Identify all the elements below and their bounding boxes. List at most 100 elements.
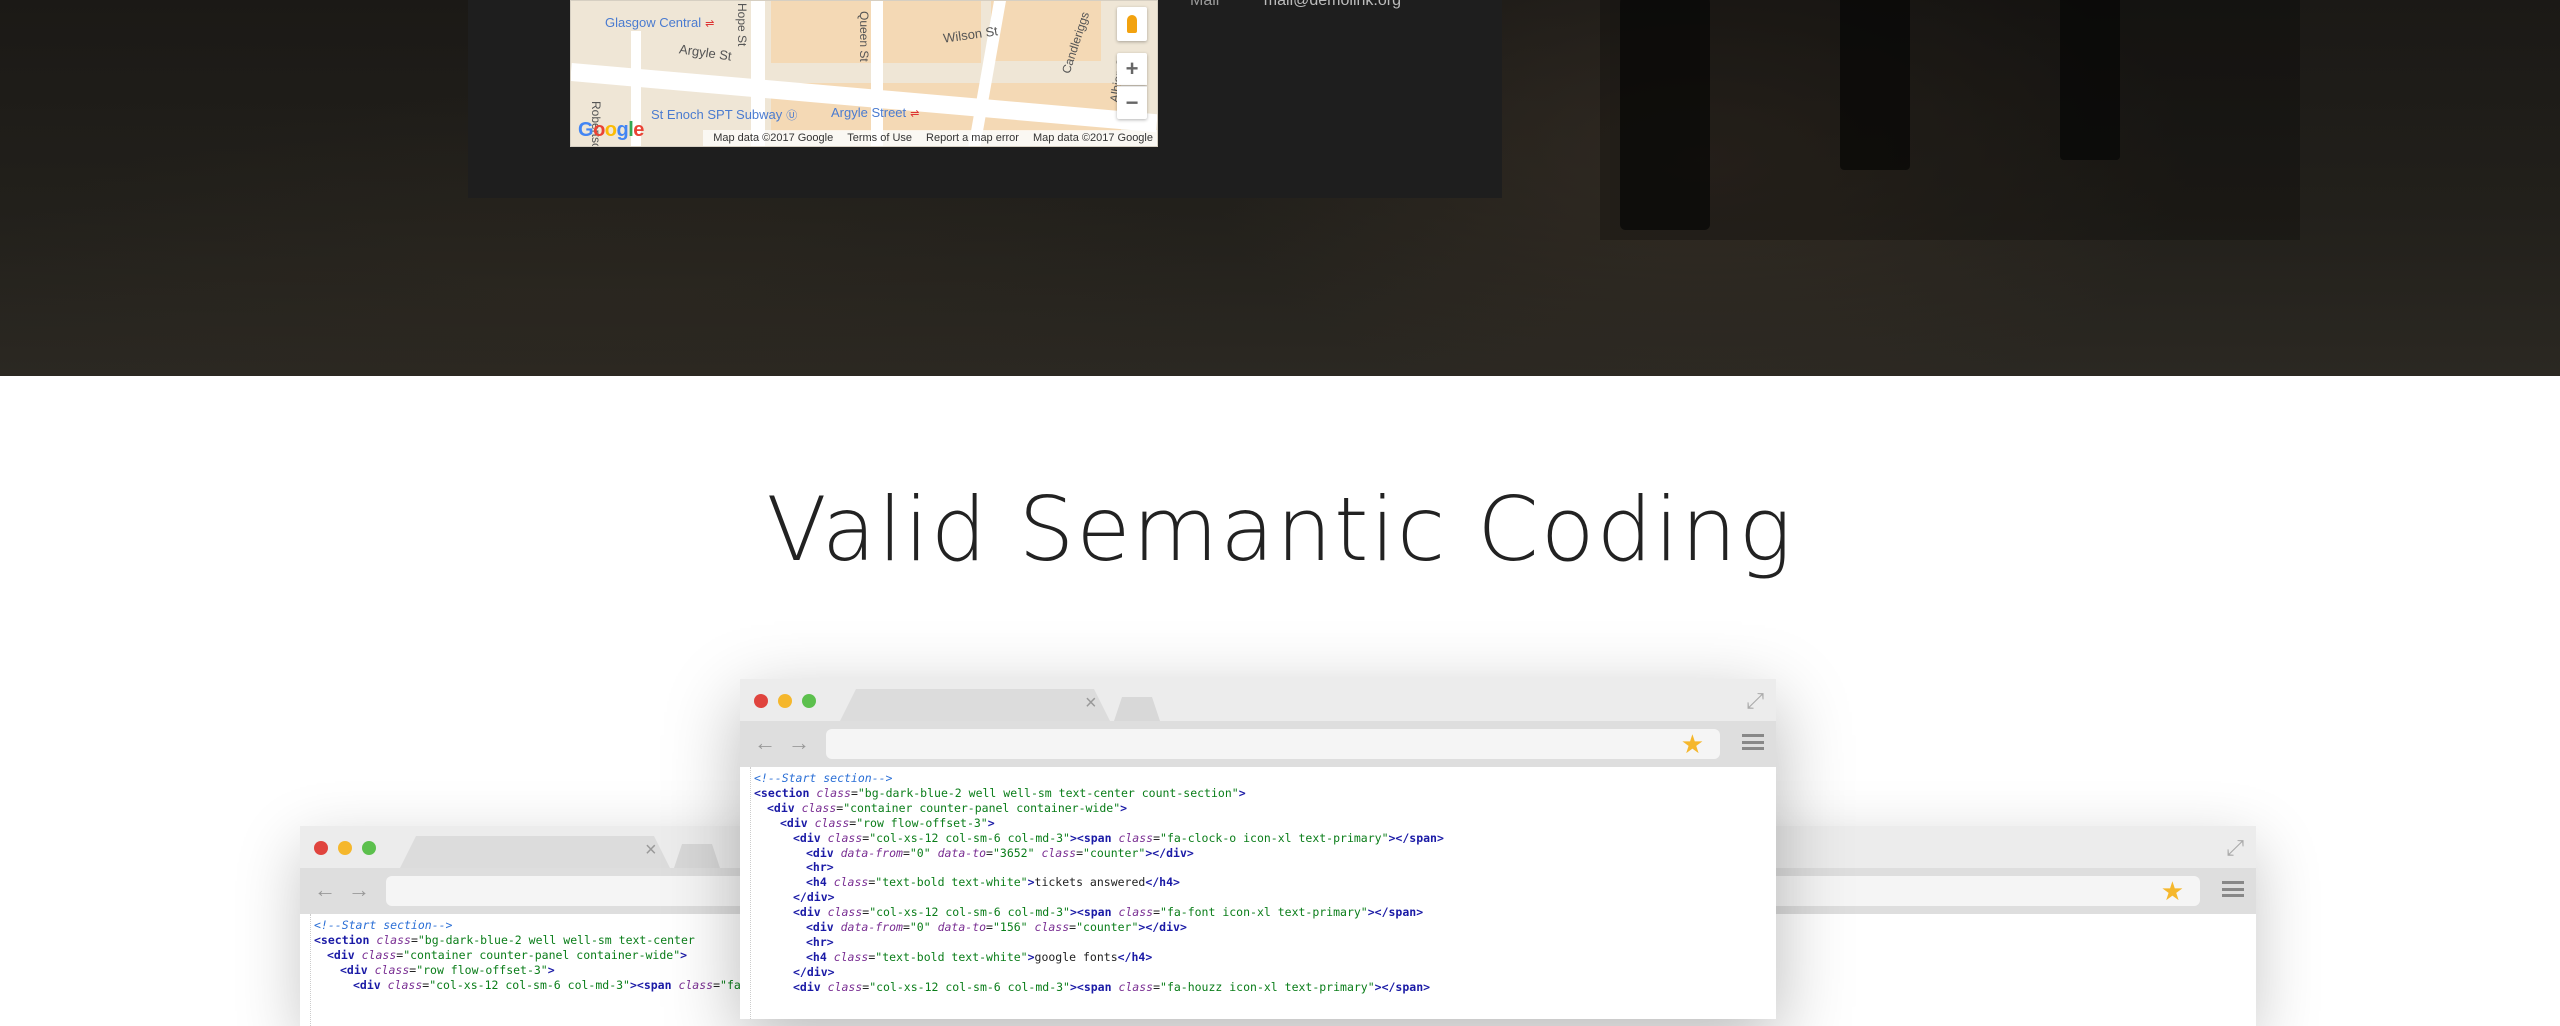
browser-navbar: ← → ★	[740, 721, 1776, 767]
code-token: "3652"	[992, 845, 1042, 860]
code-line: <div class="col-xs-12 col-sm-6 col-md-3"…	[754, 980, 1776, 995]
code-token: =	[850, 785, 858, 800]
back-arrow-icon: ←	[754, 730, 776, 755]
code-token: ><span	[1069, 830, 1119, 845]
code-token: "text-bold text-white"	[875, 949, 1028, 964]
code-token: ></span>	[1374, 979, 1431, 994]
google-logo[interactable]: Google	[578, 119, 644, 142]
code-token: "fa-houzz icon-xl text-primary"	[1160, 979, 1375, 994]
code-token: <!--Start section-->	[754, 771, 893, 785]
code-token: class	[1034, 920, 1070, 935]
code-line: <hr>	[754, 860, 1776, 875]
code-line: <div class="row flow-offset-3">	[754, 816, 1776, 831]
map-label: Argyle Street ⇌	[831, 105, 920, 120]
code-token: =	[1076, 845, 1084, 860]
code-line: <section class="bg-dark-blue-2 well well…	[754, 786, 1776, 801]
map-label: Glasgow Central ⇌	[605, 15, 715, 30]
code-line: <hr>	[754, 935, 1776, 950]
mail-label: Mail	[1190, 0, 1220, 9]
forward-arrow-icon: →	[348, 877, 370, 902]
street-view-pegman-icon[interactable]	[1117, 7, 1147, 41]
code-token: =	[1153, 979, 1161, 994]
maximize-window-icon	[802, 694, 816, 708]
code-token: tickets answered	[1034, 875, 1146, 890]
code-token: data-to	[937, 920, 987, 935]
code-token: >	[1238, 785, 1246, 800]
code-token: <div	[780, 815, 815, 830]
expand-icon: ⤢	[1746, 688, 1764, 713]
code-token: class	[1118, 905, 1154, 920]
code-token: data-to	[937, 845, 987, 860]
map-data-link[interactable]: Map data ©2017 Google	[713, 132, 833, 144]
code-token: "row flow-offset-3"	[856, 815, 988, 830]
code-token: <hr>	[806, 860, 834, 875]
code-token: "bg-dark-blue-2 well well-sm text-center…	[857, 785, 1239, 800]
code-token: data-from	[840, 845, 903, 860]
google-map[interactable]: Glasgow Central ⇌ Argyle St Robertson St …	[570, 0, 1158, 147]
new-tab	[674, 844, 720, 868]
code-token: "0"	[909, 920, 938, 935]
code-token: class	[1118, 830, 1154, 845]
code-token: "counter"	[1076, 920, 1139, 935]
minimize-window-icon	[338, 841, 352, 855]
code-token: class	[1041, 845, 1077, 860]
code-token: "counter"	[1083, 845, 1146, 860]
code-token: google fonts	[1034, 949, 1118, 964]
map-label: St Enoch SPT Subway Ⓤ	[651, 107, 798, 122]
code-token: data-from	[840, 920, 903, 935]
code-token: class	[678, 977, 714, 992]
code-token: "0"	[909, 845, 938, 860]
forward-arrow-icon: →	[788, 730, 810, 755]
code-token: <div	[353, 977, 388, 992]
code-view: <!--Start section--> <section class="bg-d…	[740, 767, 1776, 1019]
code-token: >	[1120, 800, 1128, 815]
mail-link[interactable]: mail@demolink.org	[1264, 0, 1401, 9]
map-zoom-in-button[interactable]: +	[1117, 53, 1147, 85]
code-token: "row flow-offset-3"	[416, 962, 548, 977]
browser-tab	[840, 689, 1110, 721]
code-token: =	[902, 920, 910, 935]
code-token: <div	[340, 962, 375, 977]
code-token: ></span>	[1388, 830, 1444, 845]
background-person	[1840, 0, 1910, 170]
code-token: <section	[314, 932, 377, 947]
code-token: </h4>	[1145, 875, 1180, 890]
map-street	[871, 1, 883, 146]
close-window-icon	[754, 694, 768, 708]
code-line: <h4 class="text-bold text-white">google …	[754, 950, 1776, 965]
code-token: class	[376, 932, 411, 947]
minimize-window-icon	[778, 694, 792, 708]
code-line: </div>	[754, 890, 1776, 905]
code-token: >	[547, 962, 555, 977]
map-data-text: Map data ©2017 Google	[1032, 132, 1153, 144]
hamburger-menu-icon	[1742, 731, 1764, 753]
code-token: ></span>	[1367, 905, 1424, 920]
code-line: <div data-from="0" data-to="156" class="…	[754, 920, 1776, 935]
code-line: <!--Start section-->	[754, 771, 1776, 786]
code-token: "156"	[992, 920, 1035, 935]
code-token: =	[902, 845, 910, 860]
map-zoom-out-button[interactable]: −	[1117, 86, 1147, 119]
code-token: ><span	[629, 977, 679, 992]
bookmark-star-icon: ★	[2160, 876, 2184, 906]
code-token: "container counter-panel container-wide"	[843, 800, 1121, 815]
code-token: ></div>	[1138, 920, 1187, 935]
code-token: <div	[327, 947, 362, 962]
code-token: <div	[767, 800, 802, 815]
code-token: </h4>	[1117, 949, 1153, 964]
bookmark-star-icon: ★	[1680, 729, 1704, 759]
report-map-error-link[interactable]: Report a map error	[926, 132, 1019, 144]
code-line: <h4 class="text-bold text-white">tickets…	[754, 875, 1776, 890]
code-token: class	[827, 905, 863, 920]
code-token: <hr>	[806, 934, 834, 949]
code-token: "fa-font icon-xl text-primary"	[1160, 905, 1368, 920]
terms-link[interactable]: Terms of Use	[847, 132, 912, 144]
map-label: Argyle St	[678, 41, 733, 64]
code-token: class	[1118, 979, 1154, 994]
address-bar: ★	[826, 729, 1720, 759]
code-token: </div>	[793, 890, 835, 905]
code-token: class	[827, 979, 863, 994]
tab-close-icon: ×	[1085, 692, 1097, 714]
code-token: =	[986, 845, 993, 860]
background-person	[1620, 0, 1710, 230]
